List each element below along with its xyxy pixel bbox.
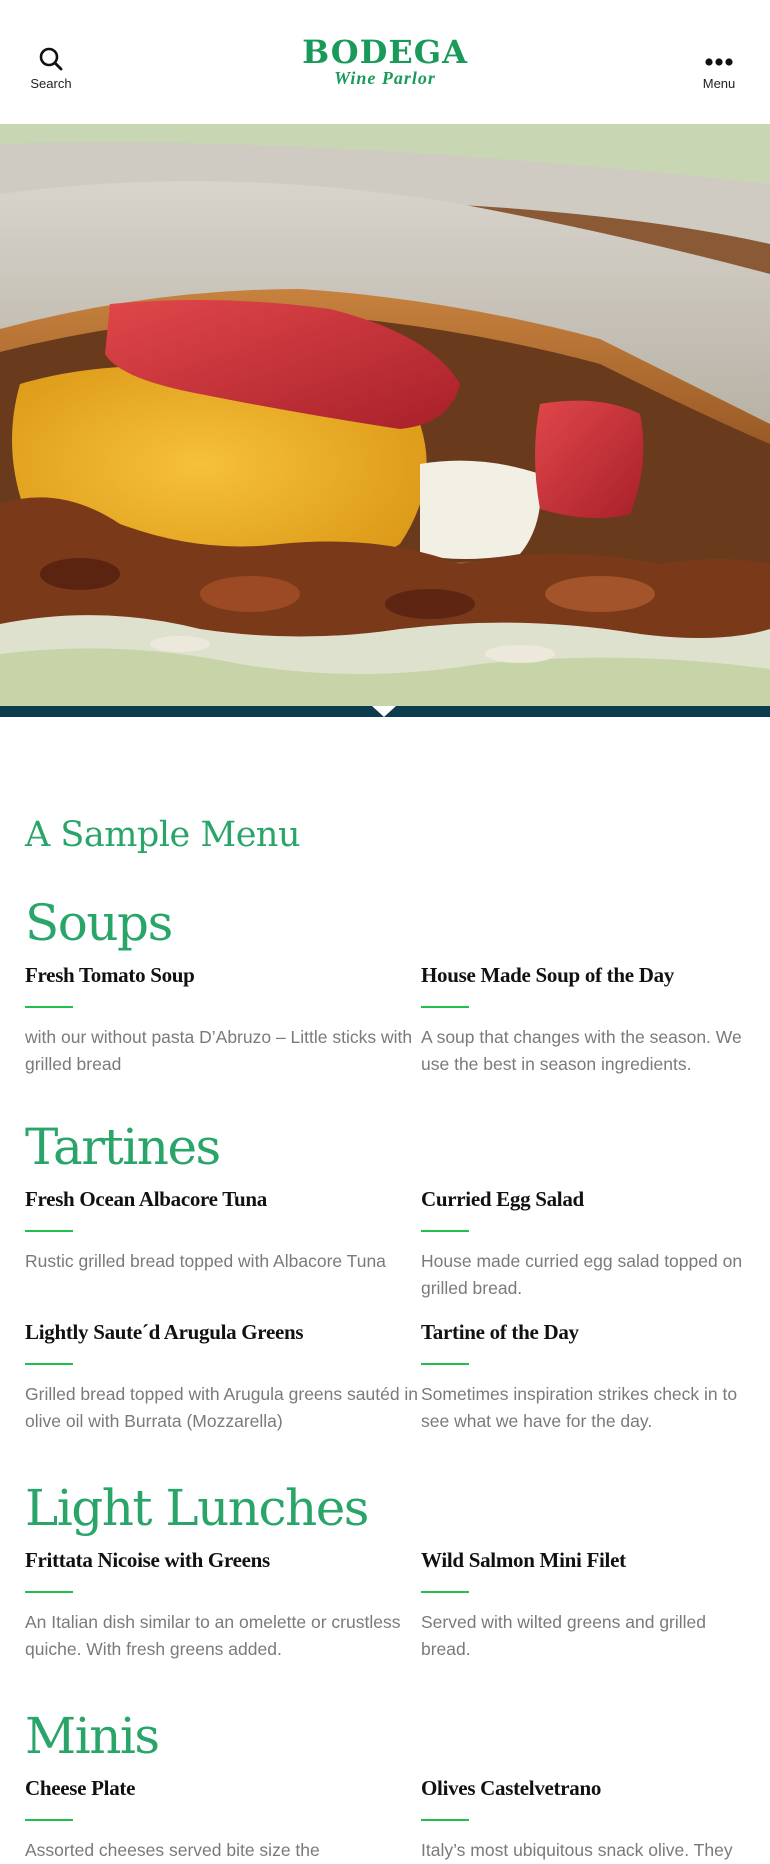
menu-item-description: House made curried egg salad topped on g… (421, 1251, 743, 1298)
logo-wordmark: BODEGA (302, 33, 468, 71)
menu-item: Olives Castelvetrano Italy’s most ubiqui… (421, 1773, 745, 1864)
menu-item-description: Served with wilted greens and grilled br… (421, 1612, 707, 1659)
menu-item-description: Rustic grilled bread topped with Albacor… (25, 1251, 386, 1271)
menu-item-name: Fresh Tomato Soup (25, 963, 195, 987)
menu-item: Tartine of the Day Sometimes inspiration… (421, 1317, 745, 1435)
menu-item-description: A soup that changes with the season. We … (421, 1027, 742, 1074)
sandwich-illustration (0, 124, 770, 706)
section-tartines-items-1: Fresh Ocean Albacore Tuna Rustic grilled… (25, 1184, 745, 1302)
menu-item-divider (25, 1230, 73, 1232)
section-title: Minis (25, 1707, 160, 1765)
logo-tagline: Wine Parlor (334, 68, 436, 88)
menu-item-divider (25, 1363, 73, 1365)
menu-item-name: Olives Castelvetrano (421, 1776, 602, 1800)
menu-item: Wild Salmon Mini Filet Served with wilte… (421, 1545, 745, 1663)
hero-notch-arrow (372, 706, 396, 717)
menu-toggle[interactable]: Menu (679, 46, 759, 91)
site-logo[interactable]: BODEGA Wine Parlor (285, 33, 485, 88)
hero-image (0, 124, 770, 706)
menu-item: Lightly Saute´d Arugula Greens Grilled b… (25, 1317, 421, 1435)
menu-item-name: Lightly Saute´d Arugula Greens (25, 1320, 304, 1344)
menu-item-divider (421, 1819, 469, 1821)
menu-item-name: Tartine of the Day (421, 1320, 579, 1344)
menu-label: Menu (702, 76, 736, 91)
page-title: A Sample Menu (25, 815, 301, 855)
search-icon (39, 47, 63, 71)
section-minis-items: Cheese Plate Assorted cheeses served bit… (25, 1773, 745, 1864)
section-title: Tartines (25, 1118, 221, 1176)
menu-item: House Made Soup of the Day A soup that c… (421, 960, 745, 1078)
menu-item-divider (421, 1230, 469, 1232)
menu-item: Cheese Plate Assorted cheeses served bit… (25, 1773, 421, 1864)
section-light-lunches: Light Lunches (25, 1478, 369, 1538)
site-header: Search BODEGA Wine Parlor Menu (0, 0, 770, 124)
menu-item-name: Wild Salmon Mini Filet (421, 1548, 626, 1572)
menu-item-description: Grilled bread topped with Arugula greens… (25, 1384, 419, 1431)
menu-item-description: Sometimes inspiration strikes check in t… (421, 1384, 738, 1431)
search-toggle[interactable]: Search (11, 46, 91, 91)
menu-item-divider (25, 1591, 73, 1593)
menu-item-divider (25, 1819, 73, 1821)
menu-item-name: Frittata Nicoise with Greens (25, 1548, 270, 1572)
menu-item-name: Fresh Ocean Albacore Tuna (25, 1187, 268, 1211)
section-minis: Minis (25, 1706, 160, 1766)
page-title-wrap: A Sample Menu (25, 800, 301, 870)
menu-item-name: Curried Egg Salad (421, 1187, 584, 1211)
menu-item-divider (421, 1363, 469, 1365)
section-light-lunches-items: Frittata Nicoise with Greens An Italian … (25, 1545, 745, 1663)
section-soups: Soups (25, 893, 173, 953)
ellipsis-icon (705, 58, 733, 66)
menu-item: Frittata Nicoise with Greens An Italian … (25, 1545, 421, 1663)
menu-item-name: House Made Soup of the Day (421, 963, 674, 987)
section-tartines: Tartines (25, 1117, 221, 1177)
menu-item: Curried Egg Salad House made curried egg… (421, 1184, 745, 1302)
menu-item-divider (421, 1591, 469, 1593)
section-title: Soups (25, 894, 173, 952)
menu-item-description: with our without pasta D’Abruzo – Little… (25, 1027, 413, 1074)
menu-item-description: An Italian dish similar to an omelette o… (25, 1612, 401, 1659)
menu-item: Fresh Tomato Soup with our without pasta… (25, 960, 421, 1078)
menu-item-divider (421, 1006, 469, 1008)
search-label: Search (30, 76, 72, 91)
section-tartines-items-2: Lightly Saute´d Arugula Greens Grilled b… (25, 1317, 745, 1435)
section-soups-items: Fresh Tomato Soup with our without pasta… (25, 960, 745, 1078)
menu-item-name: Cheese Plate (25, 1776, 136, 1800)
menu-item: Fresh Ocean Albacore Tuna Rustic grilled… (25, 1184, 421, 1302)
menu-item-divider (25, 1006, 73, 1008)
section-title: Light Lunches (25, 1479, 369, 1537)
